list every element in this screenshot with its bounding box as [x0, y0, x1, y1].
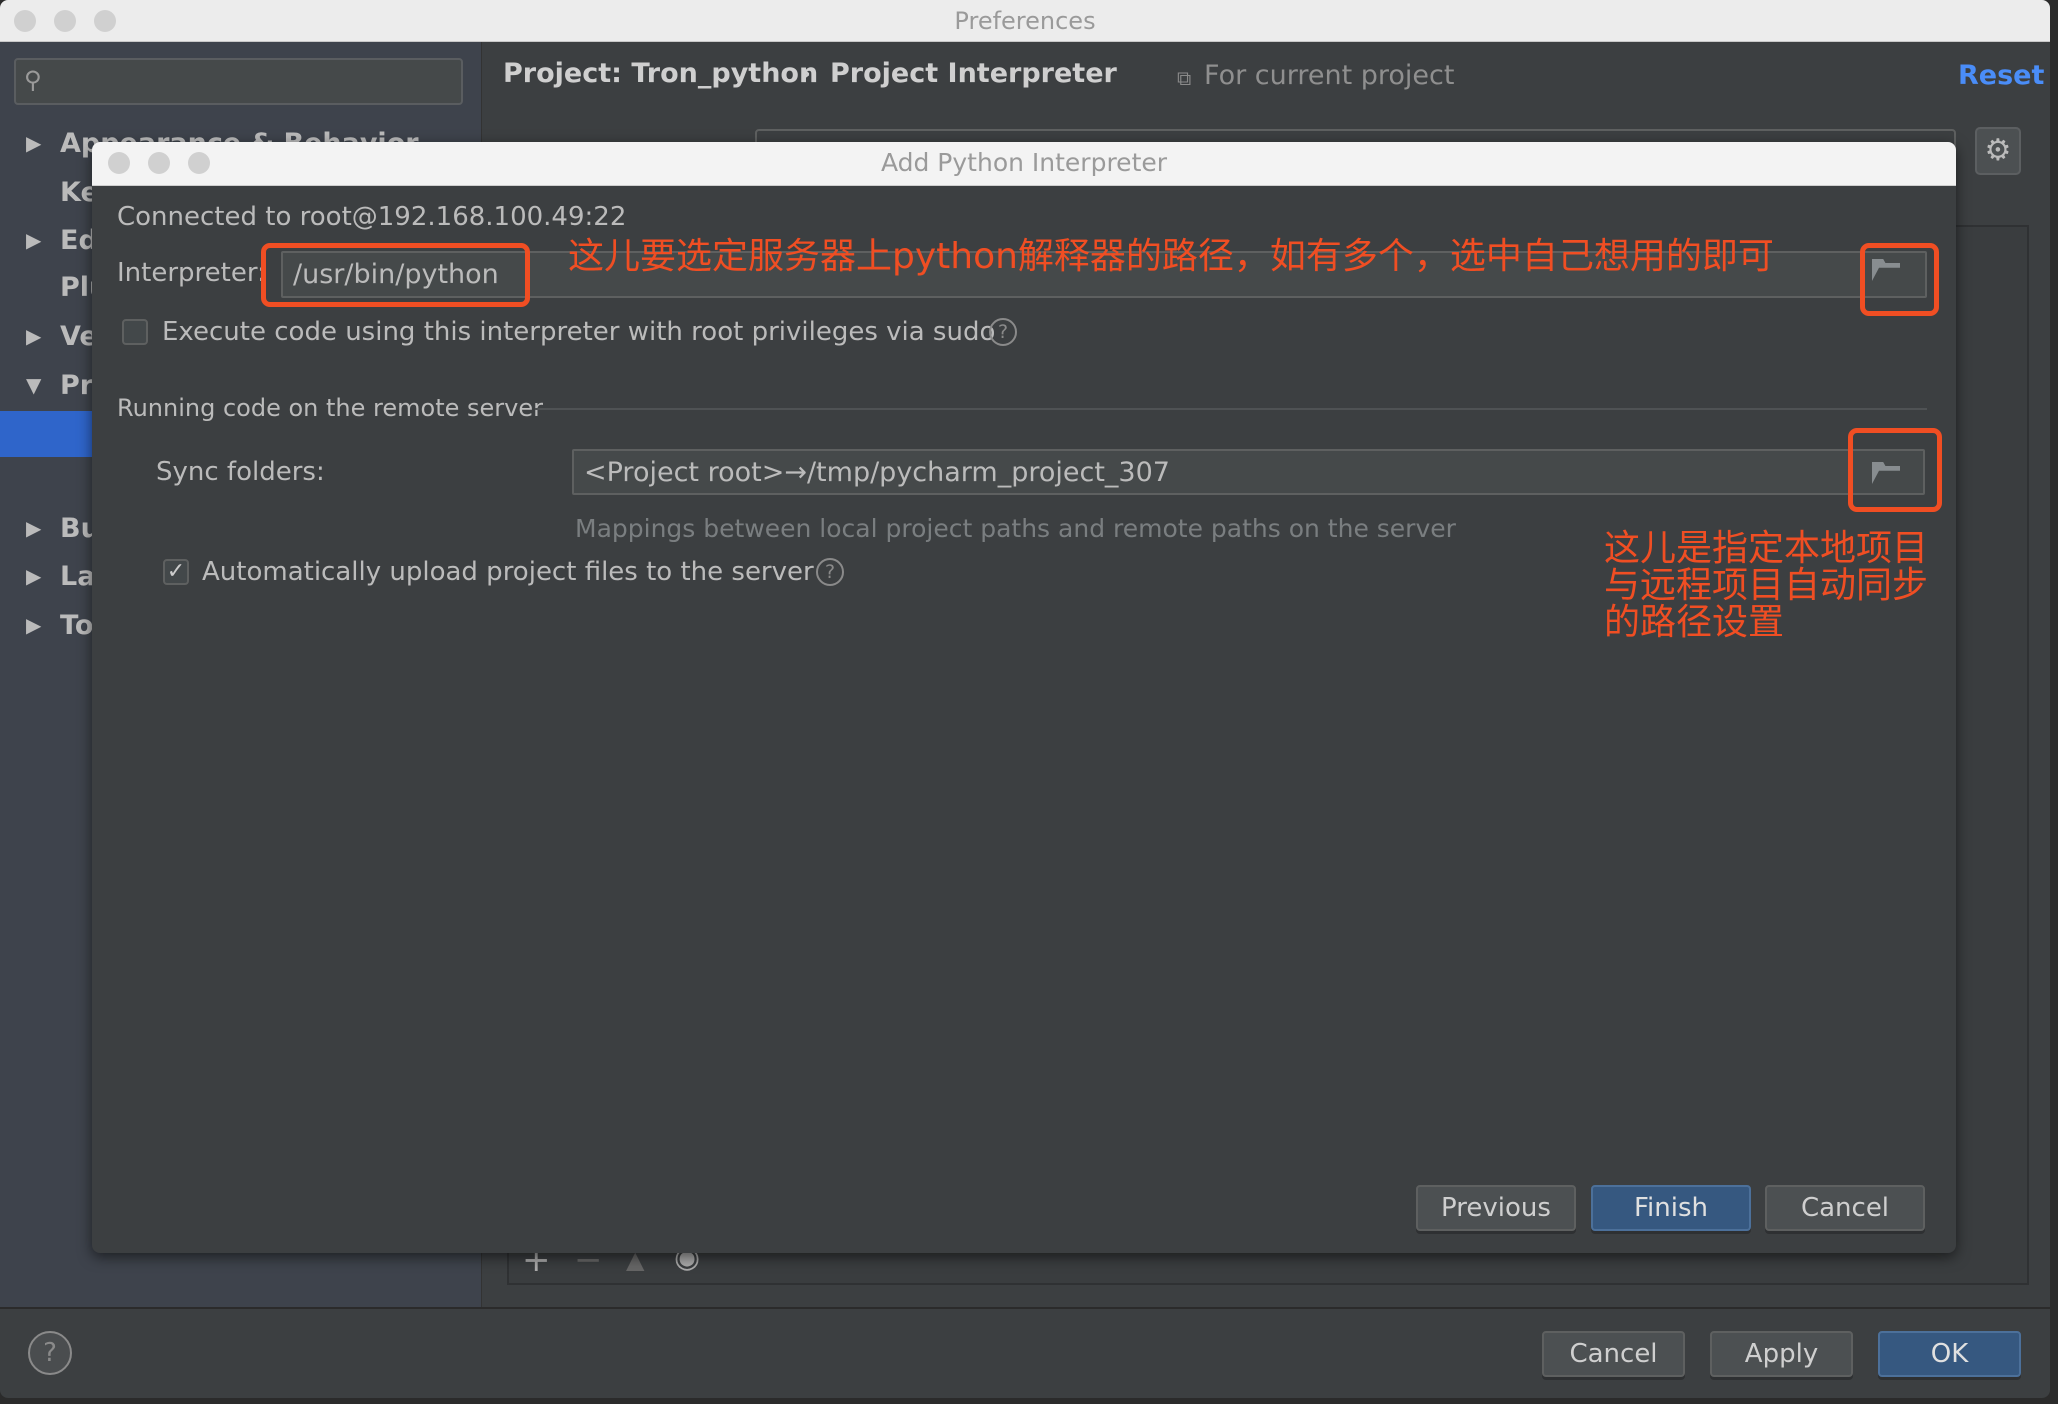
- sync-folders-label: Sync folders:: [156, 457, 325, 487]
- sudo-label: Execute code using this interpreter with…: [162, 317, 996, 347]
- breadcrumb-page: Project Interpreter: [830, 58, 1117, 89]
- expand-arrow-icon: ▶: [26, 564, 42, 588]
- upload-label: Automatically upload project files to th…: [202, 557, 814, 587]
- footer-divider: [0, 1307, 2050, 1309]
- annotation-box-sync: [1848, 428, 1942, 512]
- reset-link[interactable]: Reset: [1958, 60, 2044, 91]
- expand-arrow-icon: ▶: [26, 516, 42, 540]
- annotation-sync-note-line2: 与远程项目自动同步: [1604, 565, 1929, 606]
- help-button[interactable]: ?: [28, 1331, 72, 1375]
- sidebar-item-label: To: [60, 609, 94, 641]
- ok-button[interactable]: OK: [1878, 1331, 2021, 1377]
- annotation-sync-note-line1: 这儿是指定本地项目: [1604, 528, 1929, 569]
- breadcrumb-project: Project: Tron_python: [503, 58, 819, 89]
- sidebar-item-label: La: [60, 560, 96, 592]
- expand-arrow-icon: ▶: [26, 324, 42, 348]
- dialog-cancel-button[interactable]: Cancel: [1765, 1185, 1925, 1231]
- apply-button[interactable]: Apply: [1710, 1331, 1853, 1377]
- interpreter-label: Interpreter:: [117, 258, 266, 288]
- title-bar: Preferences: [0, 0, 2050, 42]
- breadcrumb-separator: ›: [800, 58, 812, 89]
- annotation-interpreter-note: 这儿要选定服务器上python解释器的路径，如有多个，选中自己想用的即可: [568, 236, 1774, 277]
- search-input[interactable]: ⚲: [14, 58, 463, 105]
- section-header: Running code on the remote server: [117, 394, 543, 422]
- annotation-box-browse: [1860, 243, 1939, 316]
- sidebar-item-label: Pr: [60, 369, 94, 401]
- help-icon[interactable]: ?: [989, 318, 1017, 346]
- dialog-title-bar: Add Python Interpreter: [92, 142, 1956, 186]
- annotation-sync-note-line3: 的路径设置: [1604, 602, 1785, 643]
- finish-button[interactable]: Finish: [1591, 1185, 1751, 1231]
- copy-icon: ⧉: [1177, 66, 1192, 90]
- scope-label: For current project: [1204, 60, 1455, 91]
- section-divider: [535, 408, 1927, 410]
- annotation-box-interpreter: [261, 243, 530, 307]
- expand-arrow-icon: ▶: [26, 131, 42, 155]
- cancel-button[interactable]: Cancel: [1542, 1331, 1685, 1377]
- sync-folders-value: <Project root>→/tmp/pycharm_project_307: [584, 456, 1170, 488]
- upload-checkbox[interactable]: ✓: [163, 559, 189, 585]
- gear-icon[interactable]: ⚙: [1975, 127, 2021, 175]
- help-icon[interactable]: ?: [816, 558, 844, 586]
- connection-label: Connected to root@192.168.100.49:22: [117, 202, 627, 232]
- sudo-checkbox[interactable]: [122, 319, 148, 345]
- previous-button[interactable]: Previous: [1416, 1185, 1576, 1231]
- add-python-interpreter-dialog: Add Python Interpreter Connected to root…: [92, 142, 1956, 1253]
- dialog-title: Add Python Interpreter: [880, 148, 1168, 177]
- sync-folders-input[interactable]: <Project root>→/tmp/pycharm_project_307: [572, 449, 1925, 495]
- window-title: Preferences: [954, 7, 1096, 35]
- sync-hint: Mappings between local project paths and…: [575, 514, 1456, 543]
- collapse-arrow-icon: ▼: [26, 373, 42, 397]
- search-icon: ⚲: [24, 66, 42, 94]
- expand-arrow-icon: ▶: [26, 228, 42, 252]
- expand-arrow-icon: ▶: [26, 613, 42, 637]
